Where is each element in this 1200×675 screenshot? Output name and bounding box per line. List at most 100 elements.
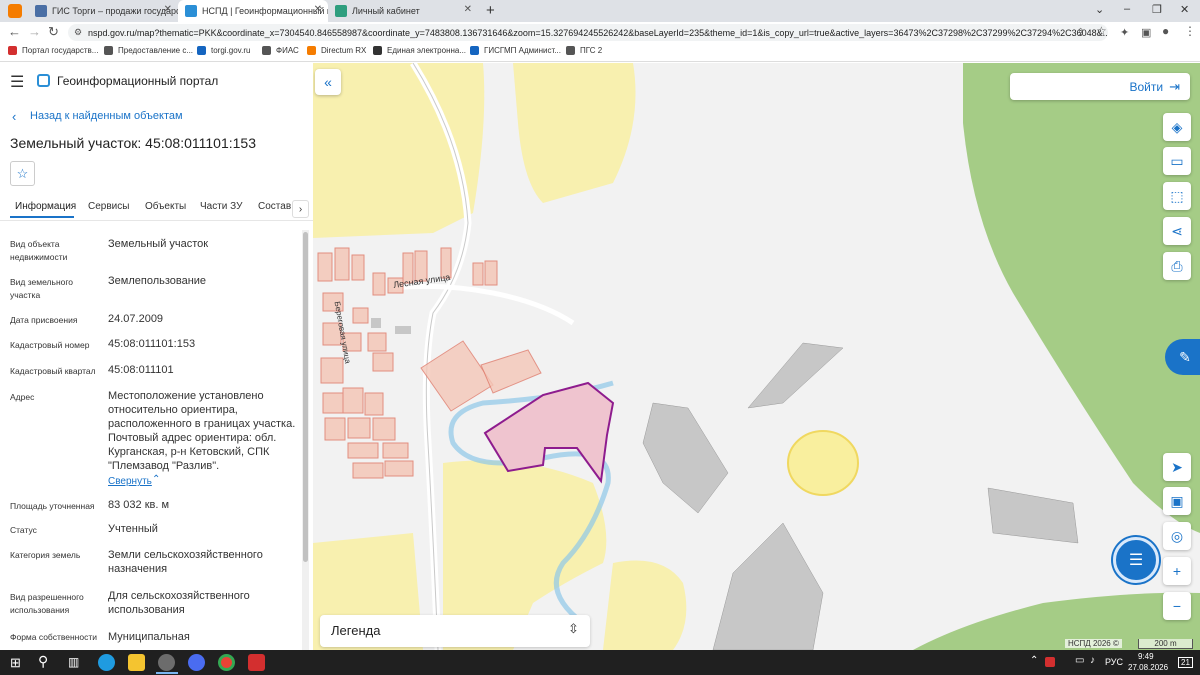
assistant-chat-button[interactable]: ☰	[1113, 537, 1159, 583]
menu-icon[interactable]: ⋮	[1184, 24, 1196, 38]
bookmark-item[interactable]: ГИСГМП Админист...	[470, 46, 561, 55]
bookmark-item[interactable]: torgi.gov.ru	[197, 46, 250, 55]
task-view-icon[interactable]: ▥	[68, 655, 79, 669]
bookmark-item[interactable]: ПГС 2	[566, 46, 602, 55]
geolocate-button[interactable]: ➤	[1163, 453, 1191, 481]
layers-icon: ◈	[1171, 118, 1183, 135]
chrome-app-icon[interactable]	[218, 654, 235, 671]
zoom-in-button[interactable]: +	[1163, 557, 1191, 585]
object-title: Земельный участок: 45:08:011101:153	[10, 135, 256, 151]
torgi-favicon-icon	[35, 5, 47, 17]
pdf-app-icon[interactable]	[248, 654, 265, 671]
cabinet-favicon-icon	[335, 5, 347, 17]
map-canvas[interactable]: Лесная улица Береговая улица « Войти ⇥ ◈…	[313, 63, 1200, 650]
property-label: Статус	[10, 525, 37, 535]
hamburger-menu-icon[interactable]: ☰	[10, 72, 24, 92]
clock-date[interactable]: 27.08.2026	[1128, 663, 1168, 672]
search-location-button[interactable]: ◎	[1163, 522, 1191, 550]
back-chevron-icon[interactable]: ‹	[12, 109, 16, 124]
tab-parts[interactable]: Части ЗУ	[200, 201, 242, 212]
close-tab-icon[interactable]: ✕	[164, 4, 172, 15]
scale-label: 200 m	[1154, 639, 1177, 648]
close-tab-icon[interactable]: ✕	[464, 4, 472, 15]
layers-button[interactable]: ◈	[1163, 113, 1191, 141]
map-attribution: НСПД 2026 ©	[1065, 639, 1122, 648]
explorer-app-icon[interactable]	[128, 654, 145, 671]
search-icon[interactable]: ⚲	[38, 653, 48, 670]
feedback-tab-button[interactable]: ✎	[1165, 339, 1200, 375]
select-area-button[interactable]: ⬚	[1163, 182, 1191, 210]
tab-list-icon[interactable]: ⌄	[1095, 3, 1104, 16]
grey-building	[395, 326, 411, 334]
volume-icon[interactable]: ♪	[1090, 655, 1095, 666]
site-info-icon[interactable]: ⚙	[74, 27, 82, 38]
property-label: Дата присвоения	[10, 315, 78, 325]
close-window-icon[interactable]: ✕	[1180, 3, 1189, 16]
back-icon[interactable]: ←	[8, 24, 21, 39]
measure-button[interactable]: ▭	[1163, 147, 1191, 175]
close-tab-icon[interactable]: ✕	[314, 4, 322, 15]
windows-start-icon[interactable]: ⊞	[10, 655, 21, 671]
side-panel-icon[interactable]: ▣	[1141, 26, 1151, 39]
clock-time[interactable]: 9:49	[1138, 652, 1154, 661]
bookmark-item[interactable]: Предоставление с...	[104, 46, 193, 55]
basemap-button[interactable]: ▣	[1163, 487, 1191, 515]
bookmark-star-icon[interactable]: ☆	[1096, 24, 1107, 38]
language-indicator[interactable]: РУС	[1105, 657, 1123, 667]
browser-tab-nspd[interactable]: НСПД | Геоинформационный п ✕	[178, 0, 328, 22]
tray-chevron-icon[interactable]: ⌃	[1030, 655, 1038, 666]
url-field[interactable]: ⚙ nspd.gov.ru/map?thematic=PKK&coordinat…	[68, 24, 1108, 41]
edge-app-icon[interactable]	[98, 654, 115, 671]
app-icon[interactable]	[158, 654, 175, 671]
maximize-icon[interactable]: ❐	[1152, 3, 1162, 16]
bookmark-item[interactable]: Единая электронна...	[373, 46, 466, 55]
new-tab-button[interactable]: +	[486, 2, 495, 19]
reload-icon[interactable]: ↻	[48, 24, 59, 40]
share-icon[interactable]: ⇪	[1076, 26, 1085, 39]
expand-icon[interactable]: ⇳	[568, 621, 579, 637]
share-icon: ⋖	[1171, 222, 1183, 239]
bookmark-item[interactable]: Портал государств...	[8, 46, 98, 55]
bookmark-item[interactable]: Directum RX	[307, 46, 366, 55]
tab-composition[interactable]: Состав	[258, 201, 291, 212]
minimize-icon[interactable]: –	[1124, 3, 1130, 15]
tab-services[interactable]: Сервисы	[88, 201, 129, 212]
bookmark-icon	[373, 46, 382, 55]
property-label: Вид разрешенного использования	[10, 592, 84, 615]
property-label: Кадастровый квартал	[10, 366, 96, 376]
property-value: Землепользование	[108, 275, 207, 287]
basemap-icon: ▣	[1170, 492, 1184, 509]
select-area-icon: ⬚	[1170, 187, 1184, 204]
selected-parcel	[483, 381, 615, 484]
browser-tab-cabinet[interactable]: Личный кабинет ✕	[328, 0, 478, 22]
ruler-icon: ▭	[1170, 152, 1184, 169]
tray-icon[interactable]	[1045, 657, 1055, 667]
yandex-app-icon[interactable]	[188, 654, 205, 671]
active-tab-underline	[10, 216, 74, 218]
forward-icon[interactable]: →	[28, 24, 41, 39]
tab-objects[interactable]: Объекты	[145, 201, 186, 212]
favorite-button[interactable]: ☆	[10, 161, 35, 186]
print-button[interactable]: ⎙	[1163, 252, 1191, 280]
share-button[interactable]: ⋖	[1163, 217, 1191, 245]
tab-search-button[interactable]	[8, 4, 22, 18]
property-label: Вид объекта недвижимости	[10, 239, 68, 262]
collapse-address-link[interactable]: Свернуть	[108, 476, 152, 487]
extensions-icon[interactable]: ✦	[1120, 26, 1129, 39]
login-button[interactable]: Войти ⇥	[1010, 73, 1190, 100]
collapse-panel-button[interactable]: «	[315, 69, 341, 95]
profile-icon[interactable]: ●	[1162, 24, 1169, 38]
zoom-out-button[interactable]: −	[1163, 592, 1191, 620]
panel-scrollbar-thumb[interactable]	[303, 232, 308, 562]
portal-title: Геоинформационный портал	[57, 74, 219, 88]
bookmark-item[interactable]: ФИАС	[262, 46, 299, 55]
browser-tab-torgi[interactable]: ГИС Торги – продажи государс ✕	[28, 0, 178, 22]
notifications-badge[interactable]: 21	[1178, 657, 1193, 668]
tab-info[interactable]: Информация	[15, 201, 76, 212]
network-icon[interactable]: ▭	[1075, 655, 1084, 666]
back-to-results-link[interactable]: Назад к найденным объектам	[30, 110, 183, 122]
nspd-favicon-icon	[185, 5, 197, 17]
tabs-scroll-right-button[interactable]: ›	[292, 200, 309, 218]
chevron-up-icon[interactable]: ⌃	[152, 474, 160, 485]
legend-panel[interactable]: Легенда ⇳	[320, 615, 590, 647]
